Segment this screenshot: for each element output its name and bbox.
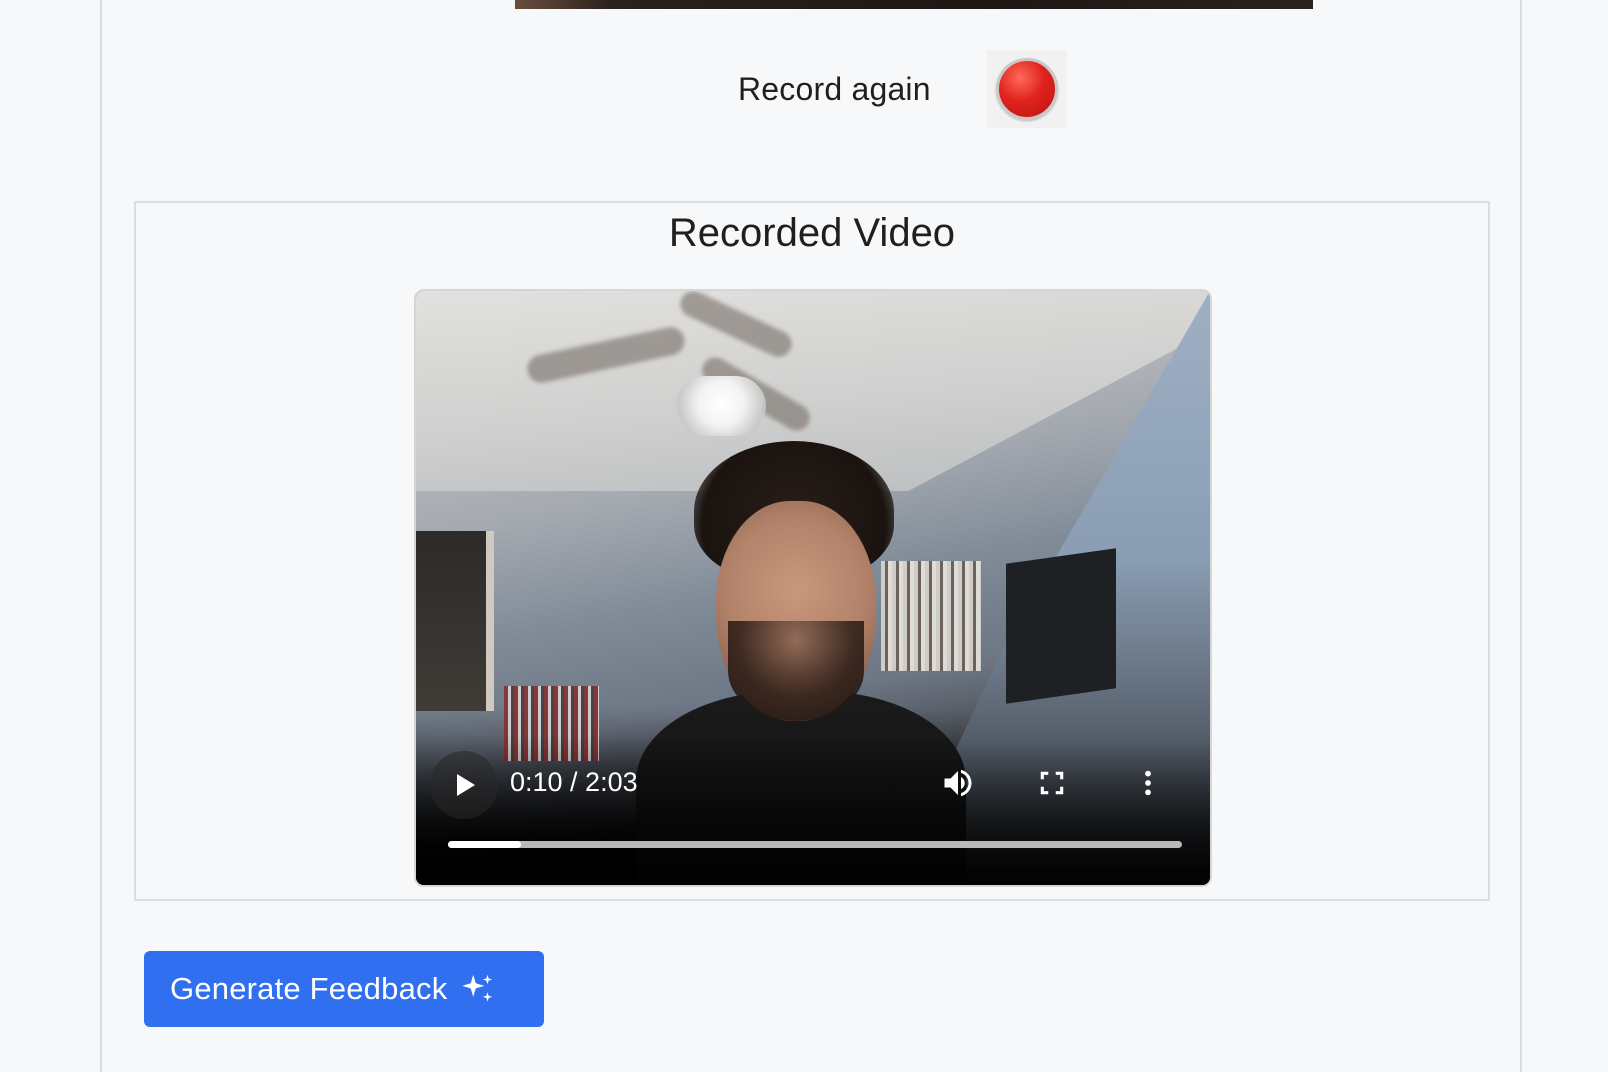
ceiling-fan-image [524,291,815,436]
record-controls: Record again [738,50,1067,128]
live-camera-preview-edge [515,0,1313,9]
more-options-button[interactable] [1126,761,1170,805]
recorded-video-title: Recorded Video [668,211,956,255]
volume-button[interactable] [936,761,980,805]
progress-bar-fill [448,841,522,848]
progress-bar[interactable] [448,841,1182,848]
page-container: Record again Recorded Video 0:10 / 2:03 … [100,0,1522,1072]
generate-feedback-button[interactable]: Generate Feedback [144,951,544,1027]
record-again-label: Record again [738,70,931,107]
fullscreen-icon [1040,771,1064,795]
play-icon [457,774,475,796]
video-player[interactable]: 0:10 / 2:03 [414,289,1212,887]
fullscreen-button[interactable] [1030,761,1074,805]
record-dot-icon [995,58,1058,120]
generate-feedback-label: Generate Feedback [170,971,448,1006]
more-options-icon [1145,770,1151,796]
play-button[interactable] [430,751,498,819]
sparkle-icon [459,970,497,1008]
record-button[interactable] [986,50,1067,128]
recorded-video-panel: Recorded Video 0:10 / 2:03 [134,201,1490,901]
time-display: 0:10 / 2:03 [510,767,638,797]
volume-icon [944,769,972,797]
